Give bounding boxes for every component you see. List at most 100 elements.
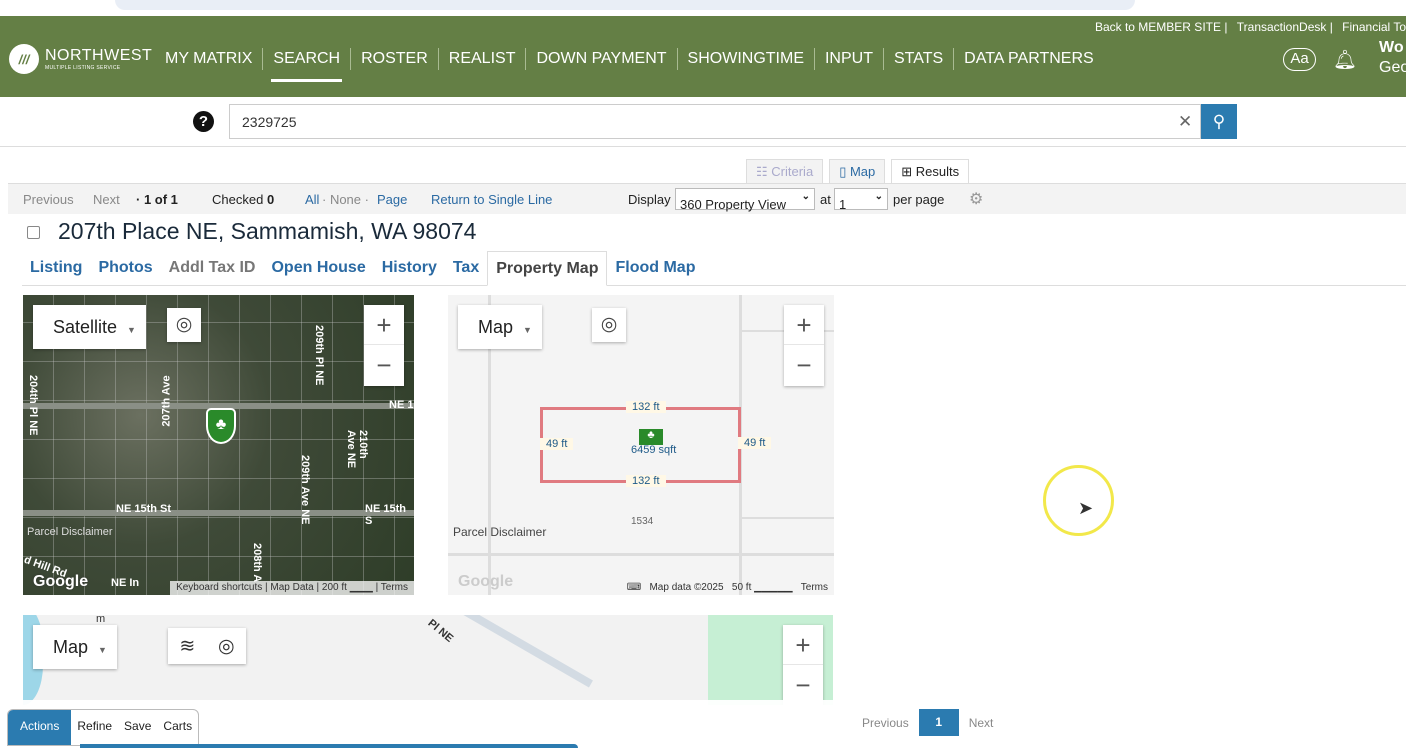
parcel-disclaimer[interactable]: Parcel Disclaimer — [453, 525, 546, 539]
subtab-history[interactable]: History — [374, 251, 445, 285]
map-type-select[interactable]: Map ▼ — [33, 625, 117, 669]
tab-criteria[interactable]: ☷ Criteria — [746, 159, 824, 184]
property-marker-icon[interactable]: ♣ — [206, 408, 236, 444]
listing-checkbox[interactable] — [27, 226, 40, 239]
zoom-in-button[interactable]: + — [784, 305, 824, 345]
previous-link[interactable]: Previous — [23, 192, 74, 207]
parcel-map[interactable]: 132 ft 49 ft 49 ft 132 ft ♣ 6459 sqft 15… — [448, 295, 834, 595]
next-link[interactable]: Next — [93, 192, 120, 207]
zoom-control: + − — [783, 625, 823, 705]
google-logo: Google — [33, 573, 89, 590]
locate-icon[interactable]: ◎ — [592, 308, 626, 342]
clear-search-icon[interactable]: ✕ — [1178, 112, 1192, 132]
subtab-property-map[interactable]: Property Map — [487, 251, 608, 286]
select-all-link[interactable]: All — [305, 192, 319, 207]
map-data-link[interactable]: Map Data — [270, 582, 313, 593]
keyboard-shortcuts-link[interactable]: Keyboard shortcuts — [176, 582, 262, 593]
pager-page-1[interactable]: 1 — [918, 709, 959, 736]
street-label: 207th Ave — [160, 375, 173, 427]
nav-stats[interactable]: STATS — [884, 48, 955, 70]
zoom-in-button[interactable]: + — [364, 305, 404, 345]
pager-next[interactable]: Next — [969, 716, 994, 730]
nav-down-payment[interactable]: DOWN PAYMENT — [526, 48, 678, 70]
terms-link[interactable]: Terms — [801, 582, 828, 593]
pager-previous[interactable]: Previous — [862, 716, 909, 730]
tab-actions[interactable]: Actions — [8, 710, 72, 745]
nav-input[interactable]: INPUT — [815, 48, 884, 70]
select-page-link[interactable]: Page — [377, 192, 407, 207]
edge-length-top: 132 ft — [626, 401, 666, 413]
subtab-listing[interactable]: Listing — [22, 251, 90, 285]
tab-label: Results — [915, 164, 960, 179]
nav-realist[interactable]: REALIST — [439, 48, 527, 70]
checked-label: Checked — [212, 192, 264, 207]
display-select[interactable]: 360 Property View ⌄ — [675, 188, 815, 212]
layers-icon[interactable]: ≋ — [179, 635, 195, 658]
zoom-in-button[interactable]: + — [783, 625, 823, 665]
pager: Previous 1 Next — [862, 709, 993, 736]
member-site-link[interactable]: Back to MEMBER SITE | — [1095, 20, 1227, 34]
map-type-select[interactable]: Map ▼ — [458, 305, 542, 349]
app-header: Back to MEMBER SITE | TransactionDesk | … — [0, 16, 1406, 97]
satellite-map[interactable]: 204th Pl NE 207th Ave 209th Pl NE NE 1 2… — [23, 295, 414, 595]
gear-icon[interactable]: ⚙ — [969, 189, 983, 209]
keyboard-icon[interactable]: ⌨ — [627, 582, 641, 593]
return-single-line-link[interactable]: Return to Single Line — [431, 192, 552, 207]
user-office: Geo — [1379, 59, 1406, 76]
zoom-out-button[interactable]: − — [783, 665, 823, 705]
search-input[interactable]: 2329725 — [229, 104, 1201, 139]
per-page-value: 1 — [839, 197, 847, 212]
main-nav: MY MATRIX SEARCH ROSTER REALIST DOWN PAY… — [155, 48, 1104, 82]
edge-length-left: 49 ft — [540, 438, 574, 450]
subtab-photos[interactable]: Photos — [90, 251, 160, 285]
neighborhood-map[interactable]: m Pl NE Map ▼ ≋ ◎ + − — [23, 615, 833, 705]
nwmls-logo[interactable]: /// NORTHWEST MULTIPLE LISTING SERVICE — [9, 44, 152, 74]
bottom-bar: Actions Refine Save Carts — [0, 700, 1406, 748]
address-bar[interactable] — [115, 0, 1135, 10]
nav-search[interactable]: SEARCH — [263, 48, 352, 82]
map-icon: ▯ — [839, 164, 847, 179]
subtab-tax[interactable]: Tax — [445, 251, 487, 285]
nav-data-partners[interactable]: DATA PARTNERS — [954, 48, 1104, 70]
map-label: m — [96, 615, 106, 625]
locate-icon[interactable]: ◎ — [218, 635, 235, 658]
help-icon[interactable]: ? — [193, 111, 214, 132]
street-label: NE 15th St — [116, 503, 172, 515]
bell-icon[interactable]: 🔔︎ — [1333, 48, 1357, 72]
transactiondesk-link[interactable]: TransactionDesk | — [1237, 20, 1333, 34]
tab-map[interactable]: ▯ Map — [829, 159, 886, 184]
locate-icon[interactable]: ◎ — [167, 308, 201, 342]
user-menu[interactable]: Wo Geo — [1379, 38, 1406, 78]
map-data-link[interactable]: Map data ©2025 — [649, 582, 723, 593]
street-label: NE 1 — [389, 399, 414, 411]
search-button[interactable]: ⚲ — [1201, 104, 1237, 139]
tab-carts[interactable]: Carts — [157, 710, 198, 745]
per-page-select[interactable]: 1 ⌄ — [834, 188, 888, 212]
terms-link[interactable]: Terms — [381, 582, 408, 593]
zoom-out-button[interactable]: − — [364, 345, 404, 385]
map-type-label: Map — [478, 317, 514, 337]
map-type-select[interactable]: Satellite ▼ — [33, 305, 146, 349]
nav-showingtime[interactable]: SHOWINGTIME — [678, 48, 815, 70]
parcel-disclaimer[interactable]: Parcel Disclaimer — [27, 526, 113, 538]
subtab-flood-map[interactable]: Flood Map — [607, 251, 703, 285]
nav-my-matrix[interactable]: MY MATRIX — [155, 48, 264, 70]
nav-roster[interactable]: ROSTER — [351, 48, 439, 70]
subtab-addl-tax-id[interactable]: Addl Tax ID — [161, 251, 264, 285]
map-tools: ≋ ◎ — [168, 628, 246, 664]
subtab-open-house[interactable]: Open House — [263, 251, 373, 285]
tab-results[interactable]: ⊞ Results — [891, 159, 970, 184]
property-marker-icon[interactable]: ♣ — [639, 429, 663, 445]
financial-tools-link[interactable]: Financial To — [1342, 20, 1406, 34]
google-logo: Google — [458, 573, 514, 590]
zoom-out-button[interactable]: − — [784, 345, 824, 385]
zoom-control: + − — [784, 305, 824, 386]
font-size-button[interactable]: Aa — [1283, 48, 1316, 71]
street-label: NE 15th S — [365, 503, 406, 527]
scale-label: 200 ft — [321, 582, 347, 593]
select-none-link[interactable]: · None · — [322, 192, 369, 207]
edge-length-bottom: 132 ft — [626, 475, 666, 487]
tab-save[interactable]: Save — [118, 710, 157, 745]
top-links: Back to MEMBER SITE | TransactionDesk | … — [1089, 20, 1406, 34]
tab-refine[interactable]: Refine — [71, 710, 118, 745]
